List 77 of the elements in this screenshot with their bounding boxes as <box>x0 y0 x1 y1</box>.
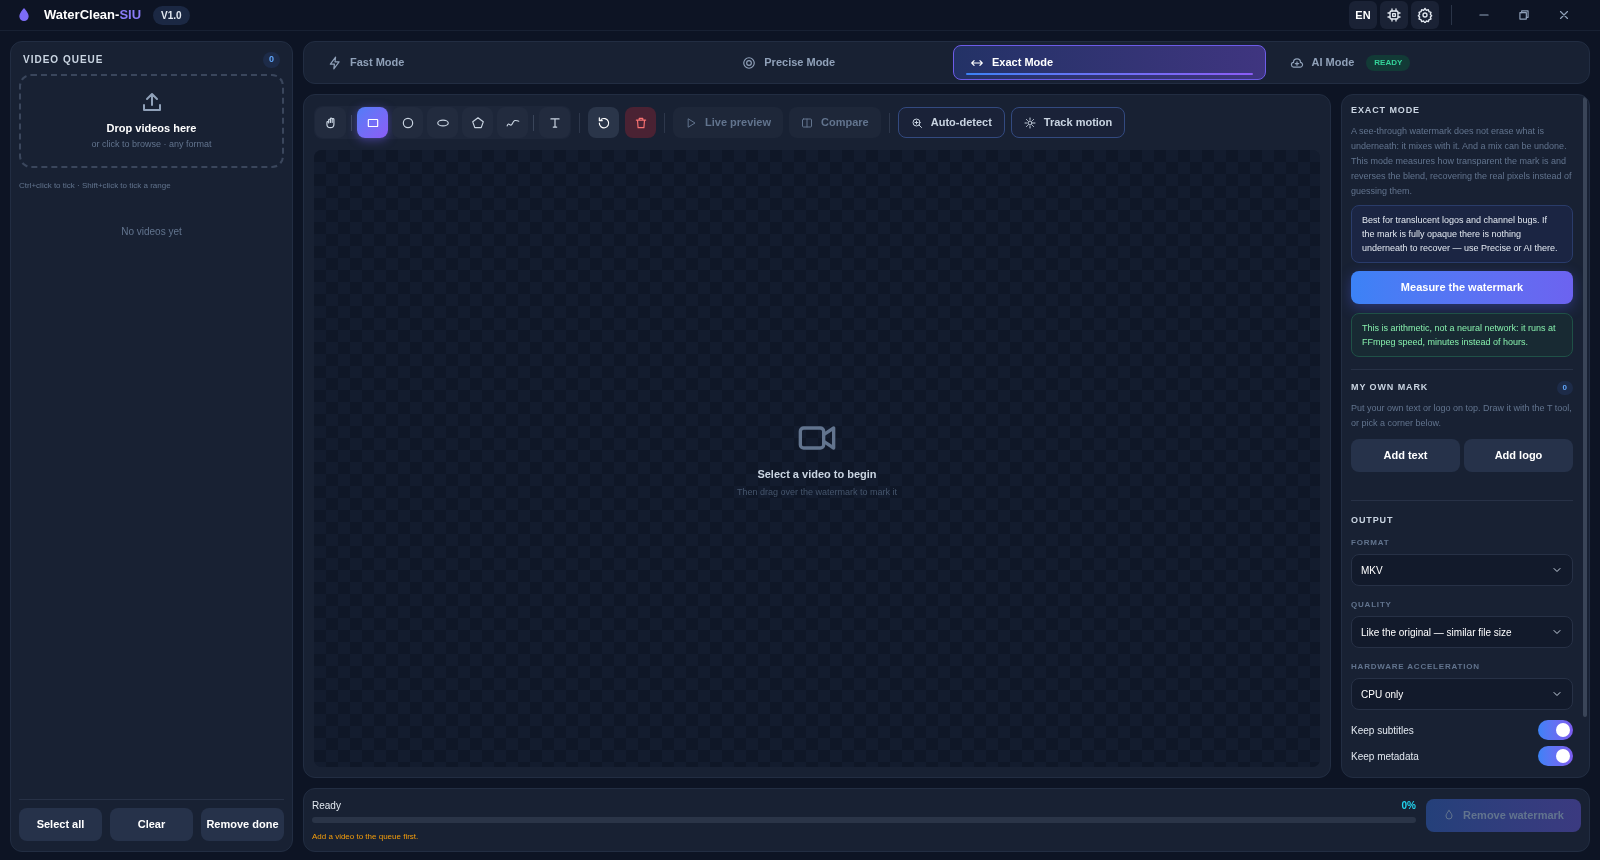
restore-icon <box>1517 8 1531 22</box>
dropdown-value: MKV <box>1361 563 1383 578</box>
drop-zone[interactable]: Drop videos here or click to browse · any format <box>19 73 284 168</box>
toggle-switch[interactable] <box>1538 746 1573 766</box>
field-label: QUALITY <box>1351 599 1393 611</box>
tool-button[interactable] <box>392 107 423 138</box>
add-button[interactable]: Add text <box>1351 438 1460 472</box>
toolbar-button[interactable]: Track motion <box>1010 107 1126 138</box>
hand-icon <box>323 115 338 130</box>
close-icon <box>1557 8 1571 22</box>
cloud-icon <box>1289 55 1304 70</box>
text-icon <box>547 115 562 130</box>
tool-button[interactable] <box>427 107 458 138</box>
section-title: MY OWN MARK <box>1351 380 1429 394</box>
mode-tab[interactable]: AI Mode READY <box>1273 45 1586 80</box>
tool-button[interactable] <box>357 107 388 138</box>
status-badge: READY <box>1366 54 1411 71</box>
trash-icon <box>633 115 648 130</box>
description-text: A see-through watermark does not erase what is underneath: it mixes with it. And a mix can be undone. This mode measures how transparent the mark is and reverses the blend, recovering the real pixels instead of guessing them. <box>1351 124 1573 198</box>
water-drop-icon <box>1443 809 1456 821</box>
dropdown[interactable]: MKV <box>1351 554 1573 586</box>
mode-tab[interactable]: Fast Mode <box>312 45 625 80</box>
toolbar-button[interactable]: Auto-detect <box>897 107 1005 138</box>
tip-text: Ctrl+click to tick · Shift+click to tick a range <box>19 179 172 192</box>
pentagon-icon <box>470 115 485 130</box>
version-badge: V1.0 <box>153 5 190 25</box>
queue-button[interactable]: Clear <box>110 808 193 841</box>
warning-text: Add a video to the queue first. <box>312 830 420 843</box>
lightning-icon <box>328 55 342 70</box>
hardware-button[interactable] <box>1380 1 1408 29</box>
panel-title: VIDEO QUEUE <box>23 53 104 68</box>
undo-icon <box>596 115 611 130</box>
empty-message: No videos yet <box>120 224 183 239</box>
tool-button[interactable] <box>315 107 346 138</box>
info-box: Best for translucent logos and channel bugs. If the mark is fully opaque there is nothing underneath to recover — use Precise or AI there. <box>1351 204 1573 263</box>
zoom-icon <box>910 116 923 129</box>
settings-button[interactable] <box>1411 1 1439 29</box>
queue-button[interactable]: Select all <box>19 808 102 841</box>
add-button[interactable]: Add logo <box>1464 438 1573 472</box>
drop-title: Drop videos here <box>106 120 197 136</box>
target-icon <box>742 55 757 70</box>
app-title: WaterClean-SIU <box>44 6 142 25</box>
play-icon <box>685 116 697 129</box>
circle-icon <box>400 115 415 130</box>
count-badge: 0 <box>263 52 280 68</box>
scrollbar[interactable] <box>1583 97 1587 717</box>
measure-button[interactable]: Measure the watermark <box>1351 270 1573 304</box>
toggle-label: Keep subtitles <box>1351 723 1414 738</box>
field-label: FORMAT <box>1351 537 1391 549</box>
settings-icon <box>1417 7 1433 23</box>
chip-icon <box>1386 7 1402 23</box>
water-drop-icon <box>16 7 32 23</box>
progress-percent: 0% <box>1401 798 1416 813</box>
section-title: EXACT MODE <box>1351 104 1421 117</box>
language-button[interactable]: EN <box>1349 1 1377 29</box>
drop-hint: or click to browse · any format <box>91 138 212 151</box>
section-title: OUTPUT <box>1351 513 1395 527</box>
queue-button[interactable]: Remove done <box>201 808 284 841</box>
dropdown-value: CPU only <box>1361 687 1404 702</box>
toggle-label: Keep metadata <box>1351 749 1419 764</box>
dropdown-value: Like the original — similar file size <box>1361 625 1512 640</box>
mode-tab[interactable]: Exact Mode <box>953 45 1266 80</box>
dropdown[interactable]: Like the original — similar file size <box>1351 616 1573 648</box>
status-label: Ready <box>312 798 341 813</box>
dropdown[interactable]: CPU only <box>1351 678 1573 710</box>
undo-button[interactable] <box>588 107 619 138</box>
split-view-icon <box>801 116 814 129</box>
canvas-title: Select a video to begin <box>757 467 877 482</box>
field-label: HARDWARE ACCELERATION <box>1351 661 1481 673</box>
count-badge: 0 <box>1556 380 1573 395</box>
tool-button[interactable] <box>462 107 493 138</box>
delete-button[interactable] <box>625 107 656 138</box>
mode-tab[interactable]: Precise Mode <box>632 45 945 80</box>
note-box: This is arithmetic, not a neural network: it runs at FFmpeg speed, minutes instead of hours. <box>1351 312 1573 357</box>
toggle-switch[interactable] <box>1538 720 1573 740</box>
description-text: Put your own text or logo on top. Draw it with the T tool, or pick a corner below. <box>1351 401 1573 430</box>
sun-icon <box>1023 116 1036 129</box>
